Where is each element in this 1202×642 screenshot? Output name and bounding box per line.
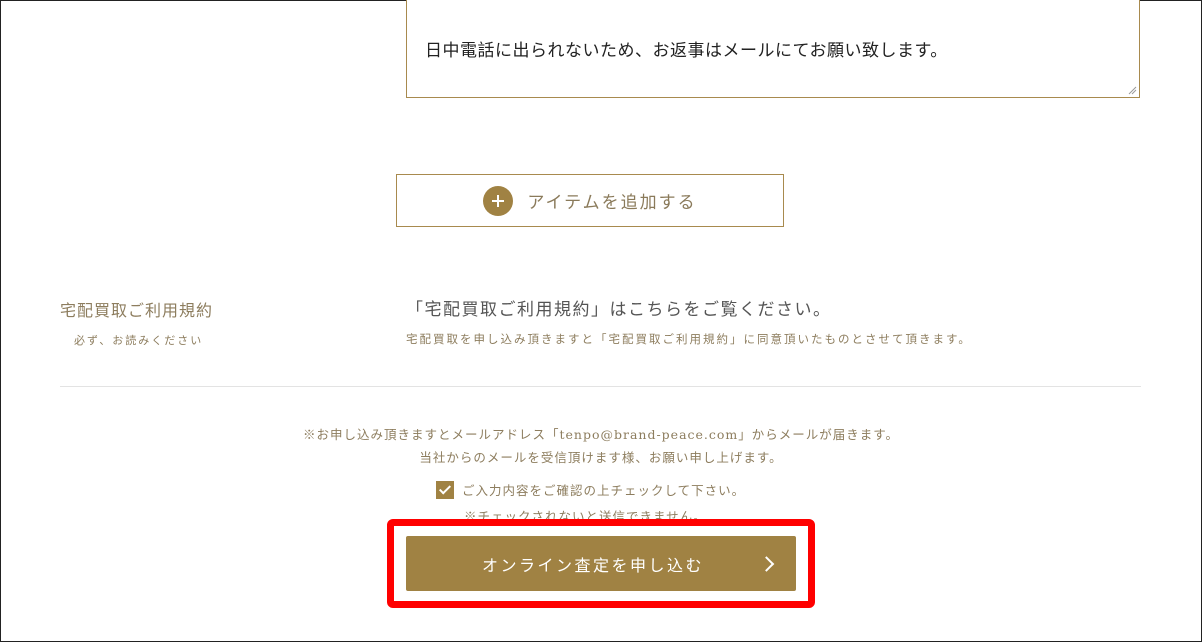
add-item-button[interactable]: アイテムを追加する	[396, 174, 784, 227]
confirm-warning: ※チェックされないと送信できません。	[464, 509, 707, 519]
confirm-checkbox-row[interactable]: ご入力内容をご確認の上チェックして下さい。	[436, 480, 745, 499]
terms-link[interactable]: 「宅配買取ご利用規約」はこちらをご覧ください。	[406, 295, 832, 320]
notice-line-1: ※お申し込み頂きますとメールアドレス「tenpo@brand-peace.com…	[302, 427, 900, 442]
message-textarea[interactable]: 日中電話に出られないため、お返事はメールにてお願い致します。	[406, 0, 1140, 98]
confirm-label: ご入力内容をご確認の上チェックして下さい。	[462, 483, 746, 498]
resize-grip-icon[interactable]	[1128, 86, 1137, 95]
divider	[60, 386, 1141, 387]
notice-line-2: 当社からのメールを受信頂けます様、お願い申し上げます。	[419, 450, 783, 465]
highlight-annotation	[387, 519, 815, 608]
terms-note: 宅配買取を申し込み頂きますと「宅配買取ご利用規約」に同意頂いたものとさせて頂きま…	[406, 332, 972, 346]
add-item-label: アイテムを追加する	[527, 193, 697, 213]
message-text: 日中電話に出られないため、お返事はメールにてお願い致します。	[425, 41, 948, 61]
plus-icon	[483, 185, 514, 216]
terms-subtitle: 必ず、お読みください	[74, 334, 204, 347]
confirm-checkbox[interactable]	[436, 480, 454, 499]
terms-title: 宅配買取ご利用規約	[60, 301, 214, 320]
